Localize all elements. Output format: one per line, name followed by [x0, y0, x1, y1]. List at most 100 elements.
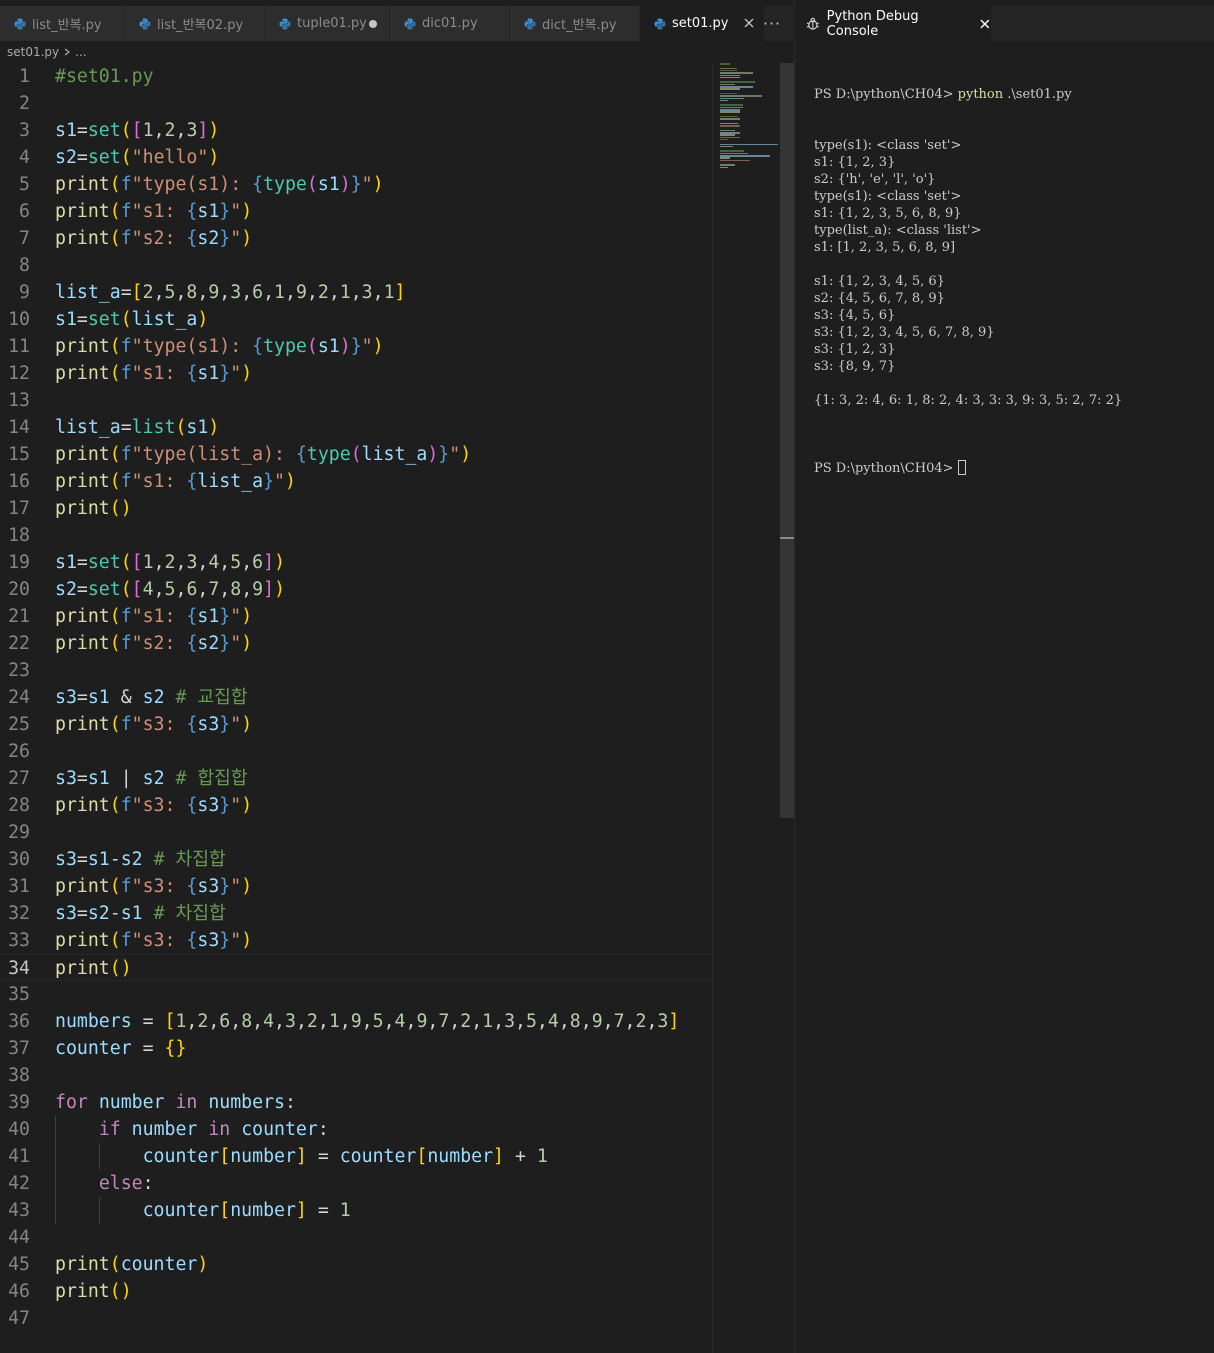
- code-line[interactable]: 13: [0, 387, 712, 414]
- code-line[interactable]: 43 counter[number] = 1: [0, 1197, 712, 1224]
- code-line[interactable]: 29: [0, 819, 712, 846]
- line-number[interactable]: 27: [0, 765, 30, 792]
- code-line[interactable]: 3 s1=set([1,2,3]): [0, 117, 712, 144]
- code-line[interactable]: 20 s2=set([4,5,6,7,8,9]): [0, 576, 712, 603]
- line-number[interactable]: 2: [0, 90, 30, 117]
- minimap[interactable]: [712, 63, 780, 1353]
- code-line[interactable]: 11 print(f"type(s1): {type(s1)}"): [0, 333, 712, 360]
- line-number[interactable]: 29: [0, 819, 30, 846]
- line-number[interactable]: 28: [0, 792, 30, 819]
- code-line[interactable]: 21 print(f"s1: {s1}"): [0, 603, 712, 630]
- code-line[interactable]: 35: [0, 981, 712, 1008]
- code-line[interactable]: 1 #set01.py: [0, 63, 712, 90]
- line-number[interactable]: 17: [0, 495, 30, 522]
- code-line[interactable]: 26: [0, 738, 712, 765]
- line-number[interactable]: 42: [0, 1170, 30, 1197]
- line-number[interactable]: 1: [0, 63, 30, 90]
- line-number[interactable]: 31: [0, 873, 30, 900]
- code-line[interactable]: 15 print(f"type(list_a): {type(list_a)}"): [0, 441, 712, 468]
- tab-file[interactable]: list_반복.py: [0, 6, 125, 41]
- tab-python-debug-console[interactable]: Python Debug Console: [795, 6, 991, 41]
- code-line[interactable]: 47: [0, 1305, 712, 1332]
- code-line[interactable]: 18: [0, 522, 712, 549]
- code-line[interactable]: 10 s1=set(list_a): [0, 306, 712, 333]
- code-line[interactable]: 19 s1=set([1,2,3,4,5,6]): [0, 549, 712, 576]
- code-line[interactable]: 12 print(f"s1: {s1}"): [0, 360, 712, 387]
- line-number[interactable]: 39: [0, 1089, 30, 1116]
- tab-file[interactable]: tuple01.py: [265, 6, 390, 41]
- line-number[interactable]: 41: [0, 1143, 30, 1170]
- code-line[interactable]: 27 s3=s1 | s2 # 합집합: [0, 765, 712, 792]
- editor-scrollbar-thumb[interactable]: [780, 63, 794, 818]
- code-line[interactable]: 38: [0, 1062, 712, 1089]
- line-number[interactable]: 43: [0, 1197, 30, 1224]
- code-line[interactable]: 39 for number in numbers:: [0, 1089, 712, 1116]
- code-line[interactable]: 32 s3=s2-s1 # 차집합: [0, 900, 712, 927]
- code-line[interactable]: 28 print(f"s3: {s3}"): [0, 792, 712, 819]
- line-number[interactable]: 25: [0, 711, 30, 738]
- line-number[interactable]: 40: [0, 1116, 30, 1143]
- breadcrumb-file[interactable]: set01.py: [7, 45, 59, 59]
- code-line[interactable]: 4 s2=set("hello"): [0, 144, 712, 171]
- more-actions-icon[interactable]: ···: [759, 6, 785, 41]
- code-line[interactable]: 31 print(f"s3: {s3}"): [0, 873, 712, 900]
- code-line[interactable]: 2: [0, 90, 712, 117]
- line-number[interactable]: 21: [0, 603, 30, 630]
- code-line[interactable]: 37 counter = {}: [0, 1035, 712, 1062]
- line-number[interactable]: 44: [0, 1224, 30, 1251]
- line-number[interactable]: 34: [0, 955, 30, 982]
- code-line[interactable]: 6 print(f"s1: {s1}"): [0, 198, 712, 225]
- line-number[interactable]: 23: [0, 657, 30, 684]
- code-line[interactable]: 14 list_a=list(s1): [0, 414, 712, 441]
- line-number[interactable]: 9: [0, 279, 30, 306]
- line-number[interactable]: 33: [0, 927, 30, 954]
- breadcrumb-more[interactable]: ...: [75, 45, 86, 59]
- code-line[interactable]: 30 s3=s1-s2 # 차집합: [0, 846, 712, 873]
- line-number[interactable]: 20: [0, 576, 30, 603]
- code-line[interactable]: 34 print(): [0, 954, 712, 981]
- line-number[interactable]: 5: [0, 171, 30, 198]
- line-number[interactable]: 24: [0, 684, 30, 711]
- code-line[interactable]: 16 print(f"s1: {list_a}"): [0, 468, 712, 495]
- line-number[interactable]: 26: [0, 738, 30, 765]
- code-line[interactable]: 22 print(f"s2: {s2}"): [0, 630, 712, 657]
- tab-file[interactable]: dict_반복.py: [510, 6, 640, 41]
- line-number[interactable]: 8: [0, 252, 30, 279]
- code-line[interactable]: 40 if number in counter:: [0, 1116, 712, 1143]
- code-line[interactable]: 42 else:: [0, 1170, 712, 1197]
- code-line[interactable]: 17 print(): [0, 495, 712, 522]
- line-number[interactable]: 14: [0, 414, 30, 441]
- unsaved-dot-icon[interactable]: [369, 20, 377, 28]
- line-number[interactable]: 13: [0, 387, 30, 414]
- line-number[interactable]: 37: [0, 1035, 30, 1062]
- breadcrumb[interactable]: set01.py ...: [7, 43, 87, 61]
- line-number[interactable]: 45: [0, 1251, 30, 1278]
- line-number[interactable]: 32: [0, 900, 30, 927]
- line-number[interactable]: 47: [0, 1305, 30, 1332]
- code-editor[interactable]: 1 #set01.py 2 3 s1=set([1,2,3]) 4 s2=set("hell…: [0, 63, 712, 1353]
- line-number[interactable]: 3: [0, 117, 30, 144]
- code-line[interactable]: 33 print(f"s3: {s3}"): [0, 927, 712, 954]
- close-icon[interactable]: [979, 18, 991, 30]
- line-number[interactable]: 16: [0, 468, 30, 495]
- tab-file[interactable]: dic01.py: [390, 6, 510, 41]
- line-number[interactable]: 15: [0, 441, 30, 468]
- code-line[interactable]: 24 s3=s1 & s2 # 교집합: [0, 684, 712, 711]
- close-icon[interactable]: [742, 16, 756, 30]
- code-line[interactable]: 44: [0, 1224, 712, 1251]
- code-line[interactable]: 41 counter[number] = counter[number] + 1: [0, 1143, 712, 1170]
- line-number[interactable]: 4: [0, 144, 30, 171]
- code-line[interactable]: 45 print(counter): [0, 1251, 712, 1278]
- line-number[interactable]: 10: [0, 306, 30, 333]
- code-line[interactable]: 23: [0, 657, 712, 684]
- code-line[interactable]: 46 print(): [0, 1278, 712, 1305]
- tab-file[interactable]: set01.py: [640, 6, 765, 41]
- code-line[interactable]: 9 list_a=[2,5,8,9,3,6,1,9,2,1,3,1]: [0, 279, 712, 306]
- code-line[interactable]: 7 print(f"s2: {s2}"): [0, 225, 712, 252]
- line-number[interactable]: 22: [0, 630, 30, 657]
- code-line[interactable]: 25 print(f"s3: {s3}"): [0, 711, 712, 738]
- line-number[interactable]: 6: [0, 198, 30, 225]
- code-line[interactable]: 5 print(f"type(s1): {type(s1)}"): [0, 171, 712, 198]
- line-number[interactable]: 38: [0, 1062, 30, 1089]
- console-output[interactable]: PS D:\python\CH04> python .\set01.py typ…: [814, 52, 1122, 511]
